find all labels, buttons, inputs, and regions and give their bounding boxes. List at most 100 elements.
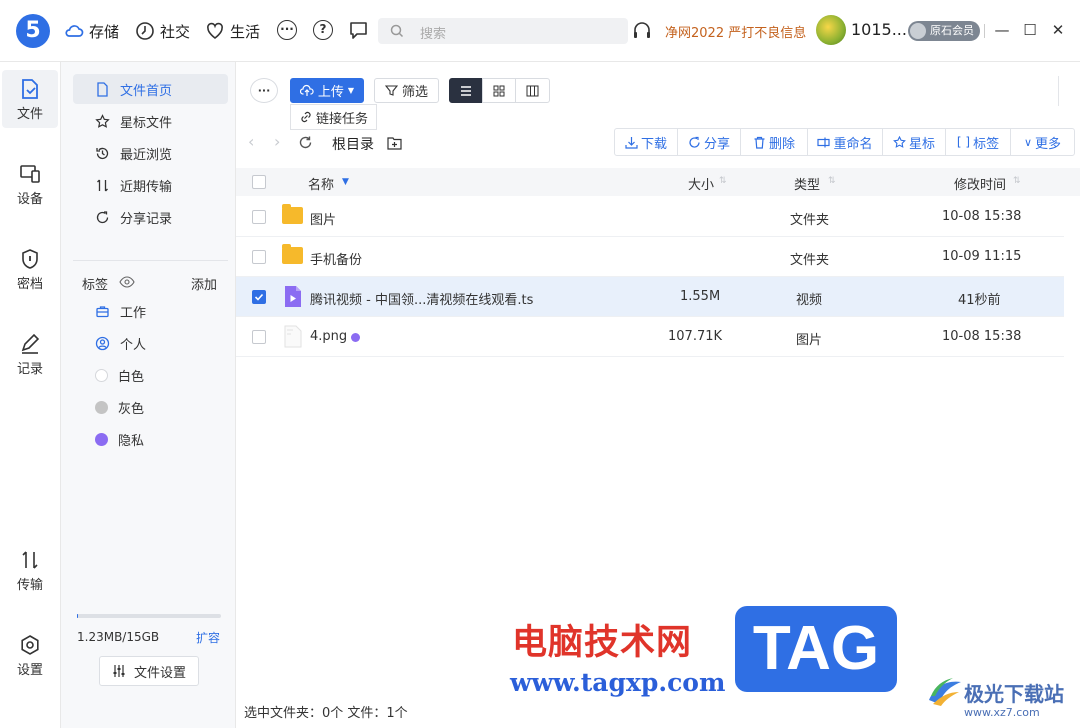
sidebar-item-shares[interactable]: 分享记录 [73, 202, 228, 232]
nav-life[interactable]: 生活 [205, 20, 260, 42]
filter-button[interactable]: 筛选 [374, 78, 439, 103]
row-checkbox[interactable] [252, 250, 266, 264]
forward-arrow-icon[interactable]: › [274, 132, 280, 151]
table-row[interactable]: 手机备份 文件夹 10-09 11:15 [236, 237, 1064, 277]
link-task-menu-item[interactable]: 链接任务 [290, 104, 378, 130]
column-name[interactable]: 名称 [308, 174, 334, 193]
grid-view-button[interactable] [482, 78, 516, 103]
cloud-icon [65, 25, 84, 37]
sidebar-item-starred[interactable]: 星标文件 [73, 106, 228, 136]
file-modified: 10-09 11:15 [942, 249, 1022, 264]
file-modified: 10-08 15:38 [942, 329, 1022, 344]
file-settings-button[interactable]: 文件设置 [99, 656, 199, 686]
rail-item-transfer[interactable]: 传输 [2, 541, 58, 599]
tag-personal[interactable]: 个人 [73, 328, 228, 358]
download-label: 下载 [640, 136, 667, 152]
column-view-button[interactable] [515, 78, 550, 103]
nav-storage[interactable]: 存储 [64, 20, 119, 42]
expand-storage-link[interactable]: 扩容 [196, 629, 220, 646]
tag-private[interactable]: 隐私 [73, 424, 228, 454]
storage-text: 1.23MB/15GB [77, 630, 160, 644]
maximize-button[interactable]: ☐ [1020, 20, 1040, 40]
rail-item-devices[interactable]: 设备 [2, 155, 58, 213]
minimize-button[interactable]: — [992, 20, 1012, 40]
member-badge[interactable]: 原石会员 [908, 21, 980, 41]
sidebar-item-label: 文件首页 [120, 83, 173, 99]
rail-item-settings[interactable]: 设置 [2, 626, 58, 684]
more-button[interactable]: ∨ 更多 [1010, 128, 1075, 156]
rail-item-vault[interactable]: 密档 [2, 240, 58, 298]
star-button[interactable]: 星标 [882, 128, 946, 156]
row-checkbox[interactable] [252, 330, 266, 344]
help-icon[interactable]: ? [313, 20, 333, 40]
row-checkbox[interactable] [252, 290, 266, 304]
sort-icon[interactable]: ⇅ [828, 176, 836, 186]
app-logo[interactable]: 5 [16, 14, 50, 48]
row-checkbox[interactable] [252, 210, 266, 224]
rail-item-notes[interactable]: 记录 [2, 325, 58, 383]
caret-down-icon: ▼ [347, 86, 355, 95]
column-type[interactable]: 类型 [794, 174, 820, 193]
sort-icon[interactable]: ⇅ [719, 176, 727, 186]
sort-icon[interactable]: ⇅ [1013, 176, 1021, 186]
watermark-cn-text: 电脑技术网 [512, 622, 693, 663]
download-button[interactable]: 下载 [614, 128, 678, 156]
file-name[interactable]: 手机备份 [310, 249, 362, 268]
share-button[interactable]: 分享 [677, 128, 741, 156]
username[interactable]: 1015... [851, 20, 907, 39]
doc-icon [97, 81, 108, 97]
bracket-icon: [ ] [956, 135, 971, 149]
sidebar-item-transfers[interactable]: 近期传输 [73, 170, 228, 200]
new-folder-icon[interactable] [387, 136, 402, 150]
more-options-button[interactable]: ··· [250, 78, 278, 103]
promo-text[interactable]: 净网2022 严打不良信息 [665, 22, 806, 41]
rail-item-files[interactable]: 文件 [2, 70, 58, 128]
file-modified: 41秒前 [958, 293, 1001, 308]
tag-button[interactable]: [ ] 标签 [945, 128, 1011, 156]
tag-label: 隐私 [118, 433, 145, 449]
file-name[interactable]: 4.png [310, 329, 347, 344]
storage-progress-fill [77, 614, 78, 618]
link-icon [301, 111, 311, 123]
sidebar-item-label: 最近浏览 [120, 147, 173, 163]
file-settings-label: 文件设置 [133, 665, 186, 681]
search-box[interactable]: 搜索 [378, 18, 628, 44]
rename-button[interactable]: 重命名 [807, 128, 883, 156]
eye-icon[interactable] [119, 275, 135, 289]
watermark-site-name: 极光下载站 [964, 682, 1064, 706]
rename-icon [817, 137, 831, 147]
share-icon [96, 210, 109, 223]
tag-gray[interactable]: 灰色 [73, 392, 228, 422]
table-row[interactable]: 腾讯视频 - 中国领...清视频在线观看.ts 1.55M 视频 41秒前 [236, 277, 1064, 317]
message-icon[interactable] [348, 20, 369, 41]
upload-label: 上传 [317, 85, 344, 100]
table-row[interactable]: 图片 文件夹 10-08 15:38 [236, 197, 1064, 237]
list-view-button[interactable] [449, 78, 483, 103]
breadcrumb-root[interactable]: 根目录 [332, 134, 374, 154]
file-name[interactable]: 图片 [310, 209, 336, 228]
delete-button[interactable]: 删除 [740, 128, 808, 156]
upload-button[interactable]: 上传 ▼ [290, 78, 364, 103]
nav-life-label: 生活 [230, 22, 261, 41]
divider [984, 24, 985, 38]
sidebar-item-recent[interactable]: 最近浏览 [73, 138, 228, 168]
close-button[interactable]: ✕ [1048, 20, 1068, 40]
back-arrow-icon[interactable]: ‹ [248, 132, 254, 151]
rename-label: 重命名 [833, 136, 873, 152]
column-modified[interactable]: 修改时间 [954, 174, 1006, 193]
sidebar-item-home[interactable]: 文件首页 [73, 74, 228, 104]
nav-social[interactable]: 社交 [135, 20, 190, 42]
headset-icon[interactable] [632, 20, 652, 40]
sort-desc-icon[interactable]: ▼ [342, 177, 349, 187]
select-all-checkbox[interactable] [252, 175, 266, 189]
more-icon[interactable]: ··· [277, 20, 297, 40]
file-name[interactable]: 腾讯视频 - 中国领...清视频在线观看.ts [310, 289, 533, 308]
refresh-icon[interactable] [298, 135, 313, 150]
tag-white[interactable]: 白色 [73, 360, 228, 390]
transfer-icon [97, 179, 108, 191]
table-row[interactable]: 4.png 107.71K 图片 10-08 15:38 [236, 317, 1064, 357]
add-tag-button[interactable]: 添加 [191, 274, 217, 293]
column-size[interactable]: 大小 [688, 174, 714, 193]
avatar[interactable] [816, 15, 846, 45]
tag-work[interactable]: 工作 [73, 296, 228, 326]
